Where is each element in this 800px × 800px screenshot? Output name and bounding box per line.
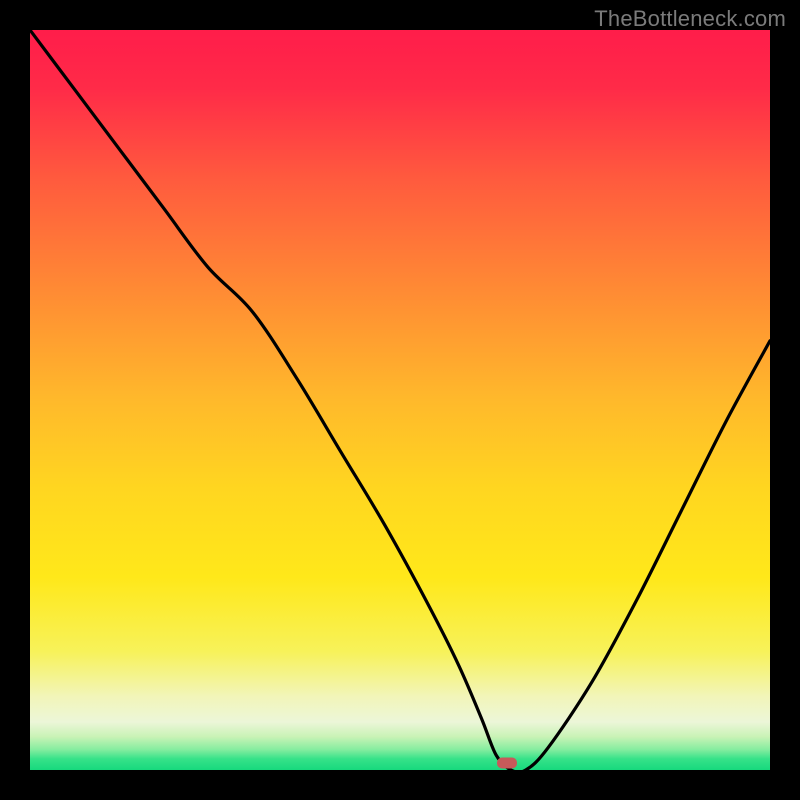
chart-frame: TheBottleneck.com: [0, 0, 800, 800]
watermark-text: TheBottleneck.com: [594, 6, 786, 32]
plot-area: [30, 30, 770, 770]
background-gradient: [30, 30, 770, 770]
